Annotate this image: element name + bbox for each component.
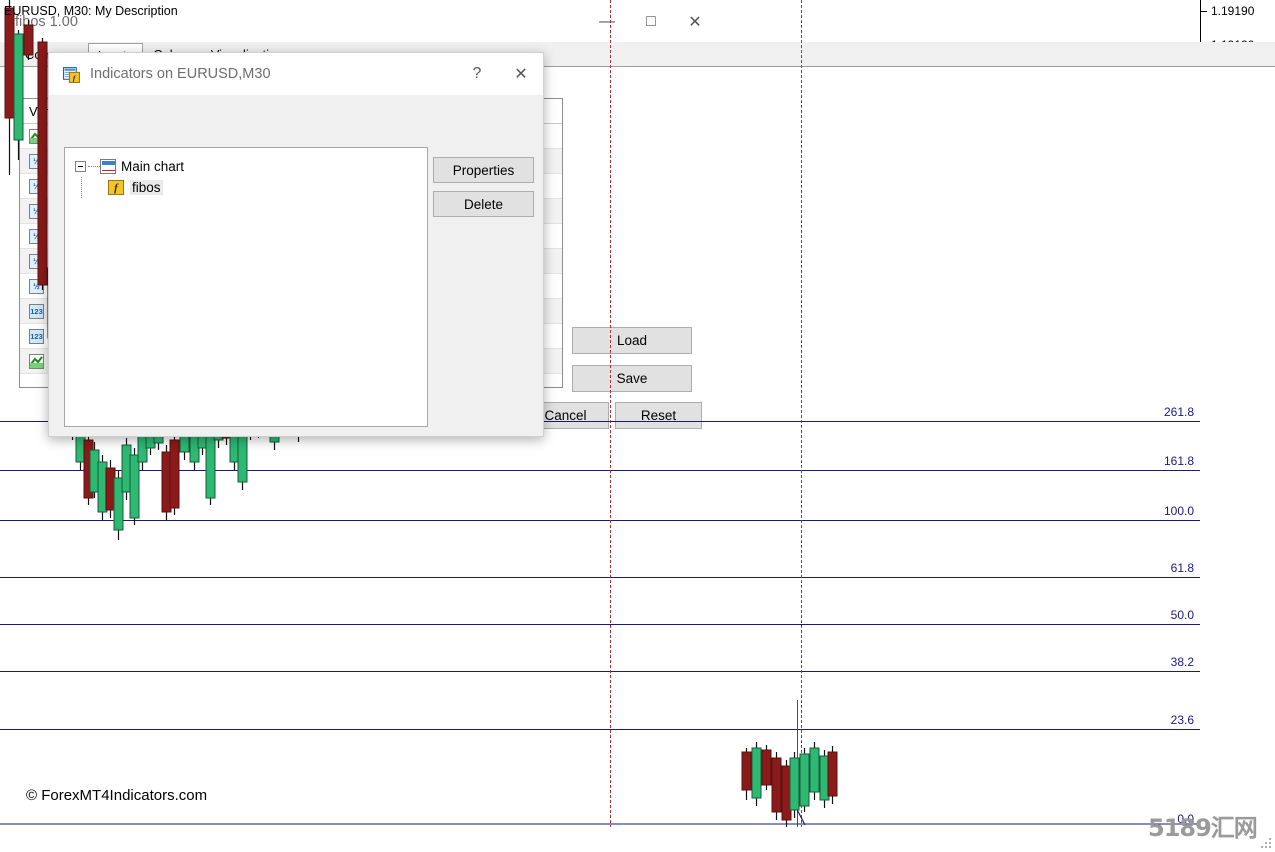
grip-dot bbox=[1265, 846, 1267, 848]
tree-item-fibos[interactable]: f fibos bbox=[65, 177, 427, 198]
grip-dot bbox=[1269, 846, 1271, 848]
help-button[interactable]: ? bbox=[455, 59, 499, 89]
candlestick bbox=[799, 748, 810, 812]
tree-item-main-chart-label: Main chart bbox=[121, 159, 185, 174]
candlestick bbox=[771, 752, 782, 820]
resize-grip[interactable] bbox=[1259, 836, 1272, 849]
price-label: 1.19190 bbox=[1211, 4, 1255, 18]
candlestick bbox=[37, 38, 48, 290]
candlestick bbox=[751, 742, 762, 806]
grip-dot bbox=[1269, 838, 1271, 840]
tree-connector-vertical bbox=[81, 177, 82, 198]
indicators-window[interactable]: f Indicators on EURUSD,M30 ? ✕ Main char… bbox=[48, 52, 544, 437]
candlestick bbox=[809, 742, 820, 800]
mt4-screenshot: EURUSD, M30: My Description 261.8 161.8 10… bbox=[0, 0, 1275, 852]
grip-dot bbox=[1261, 846, 1263, 848]
price-tick bbox=[1201, 11, 1207, 12]
candlestick bbox=[827, 746, 838, 804]
grip-dot bbox=[1269, 842, 1271, 844]
collapse-icon[interactable] bbox=[75, 161, 86, 172]
candlestick bbox=[13, 30, 24, 160]
candlestick bbox=[789, 752, 800, 818]
indicator-fx-icon: f bbox=[108, 180, 124, 195]
indicator-list-icon: f bbox=[63, 66, 80, 83]
indicators-title-bar[interactable]: f Indicators on EURUSD,M30 ? ✕ bbox=[49, 53, 543, 95]
properties-button[interactable]: Properties bbox=[433, 157, 534, 183]
grip-dot bbox=[1265, 842, 1267, 844]
tree-connector bbox=[88, 166, 100, 167]
candlestick bbox=[741, 748, 752, 800]
candlestick bbox=[761, 745, 772, 790]
delete-button[interactable]: Delete bbox=[433, 191, 534, 217]
candlestick bbox=[23, 20, 34, 60]
indicator-tree[interactable]: Main chart f fibos bbox=[64, 147, 428, 427]
tree-item-fibos-label: fibos bbox=[130, 180, 163, 195]
close-button[interactable]: ✕ bbox=[499, 59, 543, 89]
indicators-window-title: Indicators on EURUSD,M30 bbox=[90, 66, 271, 82]
tree-item-main-chart[interactable]: Main chart bbox=[65, 156, 427, 177]
candlestick bbox=[4, 0, 15, 175]
site-logo: 5189汇网 bbox=[1148, 814, 1258, 842]
candlestick bbox=[169, 432, 180, 515]
chart-title: EURUSD, M30: My Description bbox=[4, 4, 178, 18]
chart-icon bbox=[100, 159, 116, 174]
indicators-window-body: Main chart f fibos Properties Delete bbox=[49, 95, 543, 436]
chart-watermark: © ForexMT4Indicators.com bbox=[26, 787, 208, 804]
